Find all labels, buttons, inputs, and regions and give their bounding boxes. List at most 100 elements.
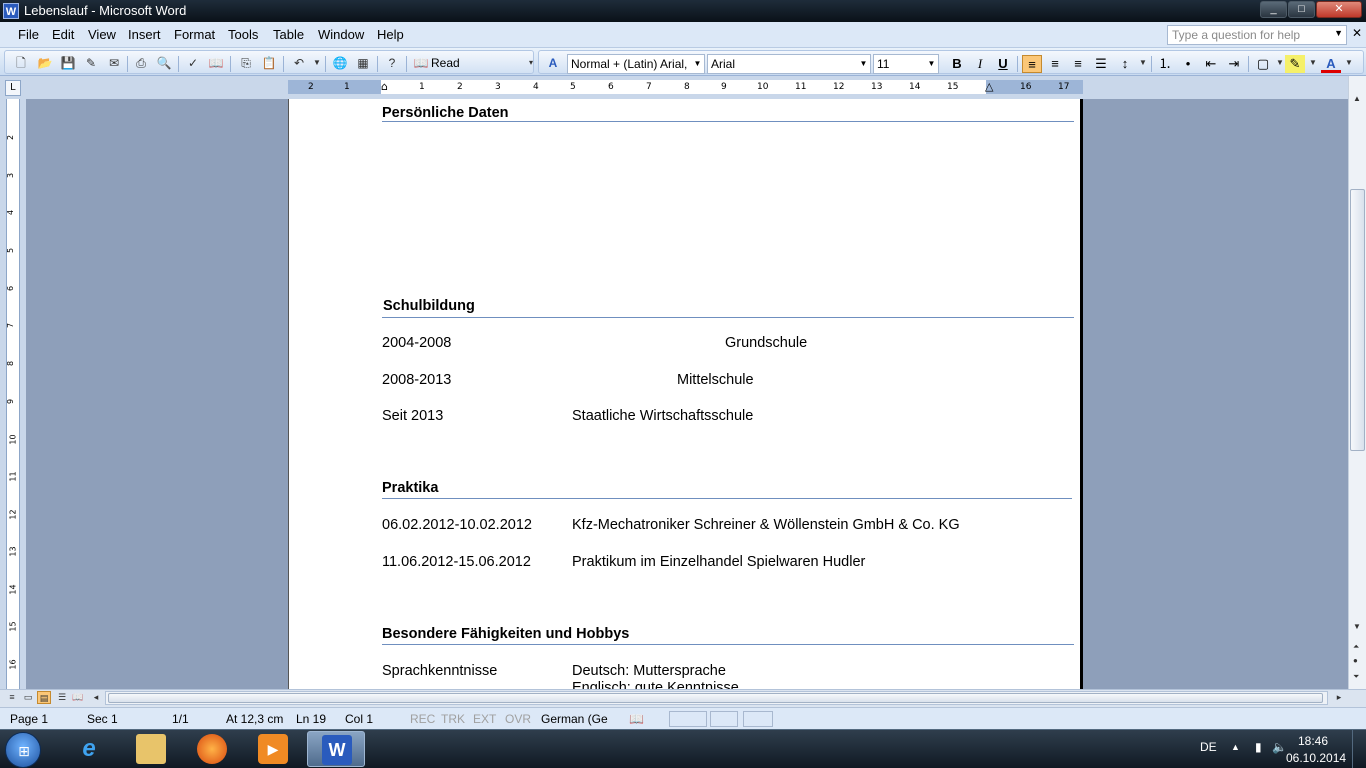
justify-icon[interactable]: ☰ bbox=[1091, 55, 1111, 73]
spelling-icon[interactable]: ✓ bbox=[185, 55, 201, 71]
menu-tools[interactable]: Tools bbox=[228, 27, 258, 42]
toolbar-options-icon[interactable]: ▾ bbox=[523, 55, 539, 71]
line-spacing-icon[interactable]: ↕ bbox=[1115, 55, 1135, 73]
taskbar-firefox[interactable] bbox=[183, 731, 241, 767]
open-folder-icon[interactable]: 📂 bbox=[37, 55, 53, 71]
input-language[interactable]: DE bbox=[1200, 740, 1217, 754]
permission-icon[interactable]: ✎ bbox=[83, 55, 99, 71]
scroll-up-icon[interactable]: ▲ bbox=[1353, 94, 1361, 103]
right-indent-marker[interactable]: △ bbox=[985, 80, 993, 93]
chevron-down-icon[interactable]: ▼ bbox=[1334, 28, 1343, 38]
volume-icon[interactable]: 🔈 bbox=[1272, 740, 1287, 754]
bullets-icon[interactable]: • bbox=[1178, 55, 1198, 73]
read-button[interactable]: Read bbox=[431, 56, 460, 70]
help-search-input[interactable]: Type a question for help ▼ bbox=[1167, 25, 1347, 45]
borders-icon[interactable]: ▢ bbox=[1253, 55, 1273, 73]
numbering-icon[interactable]: ⒈ bbox=[1155, 55, 1175, 73]
chevron-down-icon[interactable]: ▼ bbox=[1135, 55, 1151, 71]
new-document-icon[interactable]: 🗋 bbox=[13, 55, 29, 71]
status-ovr[interactable]: OVR bbox=[505, 712, 531, 726]
show-desktop-button[interactable] bbox=[1352, 730, 1366, 768]
horizontal-ruler[interactable]: 2 1 ⌂ 1 2 3 4 5 6 7 8 9 10 11 12 13 14 1… bbox=[288, 80, 1083, 94]
word-app-icon[interactable]: W bbox=[3, 3, 19, 19]
hyperlink-icon[interactable]: 🌐 bbox=[332, 55, 348, 71]
research-icon[interactable]: 📖 bbox=[208, 55, 224, 71]
document-close-button[interactable]: ✕ bbox=[1352, 26, 1362, 40]
taskbar-media-player[interactable]: ▶ bbox=[244, 731, 302, 767]
menu-format[interactable]: Format bbox=[174, 27, 215, 42]
save-icon[interactable]: 💾 bbox=[60, 55, 76, 71]
style-select[interactable]: Normal + (Latin) Arial, ▼ bbox=[567, 54, 705, 74]
scroll-right-icon[interactable]: ▸ bbox=[1332, 691, 1346, 704]
print-preview-icon[interactable]: 🔍 bbox=[156, 55, 172, 71]
tab-selector-button[interactable]: L bbox=[5, 80, 21, 96]
vertical-ruler[interactable]: 2 3 4 5 6 7 8 9 10 11 12 13 14 15 16 17 bbox=[6, 99, 20, 707]
first-line-indent-marker[interactable]: ⌂ bbox=[381, 80, 388, 93]
undo-dropdown-icon[interactable]: ▼ bbox=[309, 55, 325, 71]
chevron-down-icon[interactable]: ▼ bbox=[692, 56, 703, 72]
menu-table[interactable]: Table bbox=[273, 27, 304, 42]
next-page-icon[interactable]: ⏷ bbox=[1353, 672, 1359, 682]
help-icon[interactable]: ? bbox=[384, 55, 400, 71]
start-button[interactable]: ⊞ bbox=[5, 732, 41, 768]
styles-formatting-icon[interactable]: A bbox=[545, 55, 561, 71]
chevron-down-icon[interactable]: ▼ bbox=[1305, 55, 1321, 71]
scroll-left-icon[interactable]: ◂ bbox=[89, 691, 103, 704]
font-select[interactable]: Arial ▼ bbox=[707, 54, 871, 74]
menu-insert[interactable]: Insert bbox=[128, 27, 161, 42]
menu-view[interactable]: View bbox=[88, 27, 116, 42]
menu-file[interactable]: File bbox=[18, 27, 39, 42]
print-layout-icon[interactable]: ▤ bbox=[37, 691, 51, 704]
horizontal-scrollbar[interactable] bbox=[105, 691, 1328, 705]
bold-button[interactable]: B bbox=[947, 55, 967, 73]
network-icon[interactable]: ▮ bbox=[1255, 740, 1262, 754]
horizontal-scrollbar-thumb[interactable] bbox=[108, 693, 1323, 703]
normal-view-icon[interactable]: ≡ bbox=[5, 691, 19, 704]
clock-date[interactable]: 06.10.2014 bbox=[1286, 751, 1346, 765]
italic-button[interactable]: I bbox=[970, 55, 990, 73]
taskbar-explorer[interactable] bbox=[122, 731, 180, 767]
show-hidden-icons-icon[interactable]: ▲ bbox=[1231, 742, 1240, 752]
web-layout-icon[interactable]: ▭ bbox=[21, 691, 35, 704]
reading-layout-icon[interactable]: 📖 bbox=[71, 691, 85, 704]
outline-view-icon[interactable]: ☰ bbox=[55, 691, 69, 704]
print-icon[interactable]: ⎙ bbox=[133, 55, 149, 71]
align-right-icon[interactable]: ≡ bbox=[1068, 55, 1088, 73]
decrease-indent-icon[interactable]: ⇤ bbox=[1201, 55, 1221, 73]
align-left-icon[interactable]: ≡ bbox=[1022, 55, 1042, 73]
status-ext[interactable]: EXT bbox=[473, 712, 496, 726]
menu-window[interactable]: Window bbox=[318, 27, 364, 42]
menu-help[interactable]: Help bbox=[377, 27, 404, 42]
clock-time[interactable]: 18:46 bbox=[1298, 734, 1328, 748]
menu-edit[interactable]: Edit bbox=[52, 27, 74, 42]
chevron-down-icon[interactable]: ▼ bbox=[1341, 55, 1357, 71]
taskbar-word[interactable]: W bbox=[307, 731, 365, 767]
copy-icon[interactable]: ⎘ bbox=[238, 55, 254, 71]
read-icon[interactable]: 📖 bbox=[413, 55, 429, 71]
align-center-icon[interactable]: ≡ bbox=[1045, 55, 1065, 73]
status-rec[interactable]: REC bbox=[410, 712, 435, 726]
vertical-scrollbar-thumb[interactable] bbox=[1350, 189, 1365, 451]
font-color-icon[interactable]: A bbox=[1321, 55, 1341, 73]
chevron-down-icon[interactable]: ▼ bbox=[858, 56, 869, 72]
table-icon[interactable]: ▦ bbox=[355, 55, 371, 71]
status-language[interactable]: German (Ge bbox=[541, 712, 608, 726]
font-size-select[interactable]: 11 ▼ bbox=[873, 54, 939, 74]
vertical-scrollbar[interactable]: ▲ ▼ ⏶ ● ⏷ bbox=[1348, 76, 1366, 689]
status-trk[interactable]: TRK bbox=[441, 712, 465, 726]
chevron-down-icon[interactable]: ▼ bbox=[926, 56, 937, 72]
highlight-icon[interactable]: ✎ bbox=[1285, 55, 1305, 73]
close-button[interactable]: ✕ bbox=[1316, 1, 1362, 18]
undo-icon[interactable]: ↶ bbox=[291, 55, 307, 71]
select-browse-object-icon[interactable]: ● bbox=[1353, 656, 1358, 665]
increase-indent-icon[interactable]: ⇥ bbox=[1224, 55, 1244, 73]
taskbar-internet-explorer[interactable]: e bbox=[60, 731, 118, 767]
email-icon[interactable]: ✉ bbox=[106, 55, 122, 71]
paste-icon[interactable]: 📋 bbox=[261, 55, 277, 71]
scroll-down-icon[interactable]: ▼ bbox=[1353, 622, 1361, 631]
minimize-button[interactable]: _ bbox=[1260, 1, 1287, 18]
underline-button[interactable]: U bbox=[993, 55, 1013, 73]
maximize-button[interactable]: □ bbox=[1288, 1, 1315, 18]
document-page[interactable]: Persönliche Daten Schulbildung 2004-2008… bbox=[288, 99, 1083, 689]
previous-page-icon[interactable]: ⏶ bbox=[1353, 642, 1359, 652]
